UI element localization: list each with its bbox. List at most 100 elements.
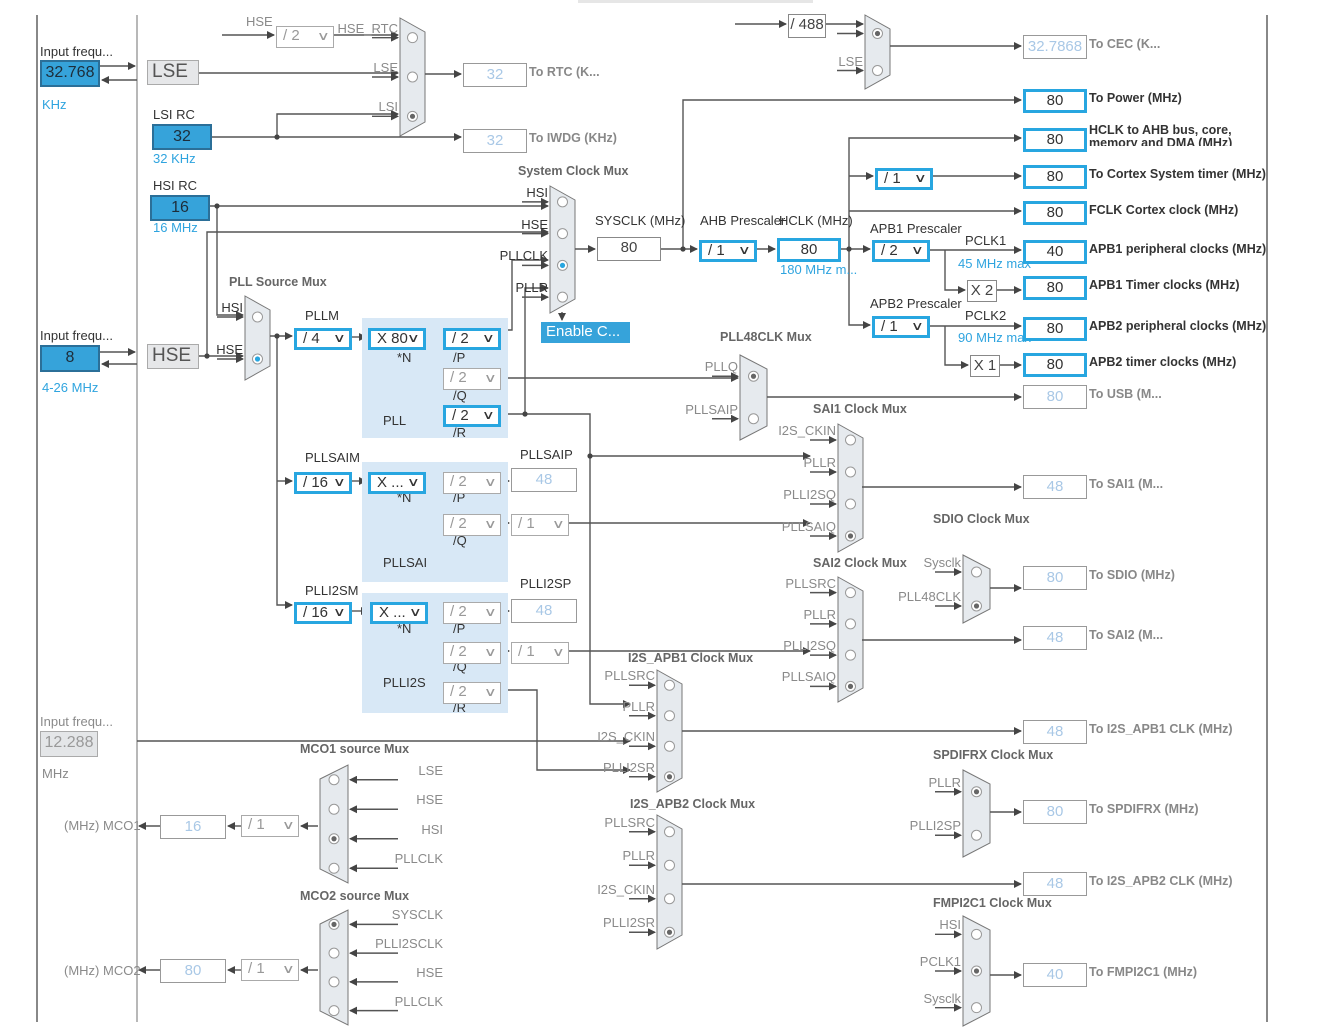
pllsaip-select[interactable]: / 2 ∨ xyxy=(443,472,501,494)
chevron-down-icon[interactable]: ∨ xyxy=(282,960,295,978)
mux-radio[interactable] xyxy=(557,291,568,303)
output-value-box[interactable]: 32 xyxy=(463,63,527,87)
top-scrollbar[interactable] xyxy=(578,0,813,3)
apb2-select[interactable]: / 1 ∨ xyxy=(872,316,930,338)
lse-oscillator[interactable]: LSE xyxy=(147,60,199,85)
chevron-down-icon[interactable]: ∨ xyxy=(552,515,565,533)
plln-select[interactable]: X 80 ∨ xyxy=(368,328,426,350)
chevron-down-icon[interactable]: ∨ xyxy=(738,243,751,258)
pllm-select[interactable]: / 4 ∨ xyxy=(294,328,352,350)
chevron-down-icon[interactable]: ∨ xyxy=(484,643,497,661)
mux-radio[interactable] xyxy=(328,803,340,815)
mux-radio[interactable] xyxy=(328,947,340,959)
mux-radio[interactable] xyxy=(664,826,675,838)
mux-radio[interactable] xyxy=(971,1002,982,1014)
hse-frequency-input[interactable]: 8 xyxy=(40,345,100,372)
output-value-box[interactable]: 80 xyxy=(1023,276,1087,300)
chevron-down-icon[interactable]: ∨ xyxy=(484,369,497,387)
mux-radio[interactable] xyxy=(664,740,675,752)
output-value-box[interactable]: 48 xyxy=(1023,872,1087,896)
output-value-box[interactable]: 48 xyxy=(1023,720,1087,744)
output-value-box[interactable]: 80 xyxy=(1023,165,1087,189)
output-value-box[interactable]: 48 xyxy=(1023,475,1087,499)
mux-radio[interactable] xyxy=(557,228,568,240)
mco2-div-select[interactable]: / 1 ∨ xyxy=(241,959,299,981)
mux-radio[interactable] xyxy=(971,566,982,578)
mux-radio[interactable] xyxy=(971,928,982,940)
mux-radio[interactable] xyxy=(845,434,856,446)
chevron-down-icon[interactable]: ∨ xyxy=(333,475,346,490)
enable-css-button[interactable]: Enable C... xyxy=(541,322,630,343)
cortex-div-select[interactable]: / 1 ∨ xyxy=(875,168,933,190)
i2s-ckin-frequency-input[interactable]: 12.288 xyxy=(40,731,98,757)
output-value-box[interactable]: 32 xyxy=(463,129,527,153)
mux-radio[interactable] xyxy=(845,587,856,599)
chevron-down-icon[interactable]: ∨ xyxy=(333,605,346,620)
sysclk-value[interactable]: 80 xyxy=(597,237,661,261)
output-value-box[interactable]: 32.7868 xyxy=(1023,35,1087,59)
output-value-box[interactable]: 80 xyxy=(1023,128,1087,152)
output-value-box[interactable]: 80 xyxy=(1023,353,1087,377)
plli2sr-select[interactable]: / 2 ∨ xyxy=(443,682,501,704)
mux-radio[interactable] xyxy=(845,618,856,630)
lse-frequency-input[interactable]: 32.768 xyxy=(40,60,100,87)
chevron-down-icon[interactable]: ∨ xyxy=(482,408,495,423)
mux-radio[interactable] xyxy=(407,32,418,44)
chevron-down-icon[interactable]: ∨ xyxy=(911,319,924,334)
ahb-select[interactable]: / 1 ∨ xyxy=(699,240,757,262)
pllp-select[interactable]: / 2 ∨ xyxy=(443,328,501,350)
plli2sn-select[interactable]: X ... ∨ xyxy=(370,602,428,624)
output-value-box[interactable]: 40 xyxy=(1023,240,1087,264)
mux-radio[interactable] xyxy=(872,65,883,76)
output-value-box[interactable]: 80 xyxy=(1023,89,1087,113)
plli2sq-div-select[interactable]: / 1 ∨ xyxy=(511,642,569,664)
mux-radio[interactable] xyxy=(407,71,418,83)
mco1-div-select[interactable]: / 1 ∨ xyxy=(241,815,299,837)
pllsaiq-div-select[interactable]: / 1 ∨ xyxy=(511,514,569,536)
mux-radio[interactable] xyxy=(328,774,340,786)
mux-radio[interactable] xyxy=(664,710,675,722)
chevron-down-icon[interactable]: ∨ xyxy=(409,605,422,620)
pllsaiq-select[interactable]: / 2 ∨ xyxy=(443,514,501,536)
plli2sp-select[interactable]: / 2 ∨ xyxy=(443,602,501,624)
pllr-select[interactable]: / 2 ∨ xyxy=(443,405,501,427)
cec-mux[interactable] xyxy=(864,14,891,90)
chevron-down-icon[interactable]: ∨ xyxy=(911,243,924,258)
hclk-value[interactable]: 80 xyxy=(777,238,841,262)
apb1-select[interactable]: / 2 ∨ xyxy=(872,240,930,262)
output-value-box[interactable]: 80 xyxy=(1023,385,1087,409)
chevron-down-icon[interactable]: ∨ xyxy=(407,475,420,490)
mux-radio[interactable] xyxy=(328,862,340,874)
mux-radio[interactable] xyxy=(845,498,856,510)
output-value-box[interactable]: 80 xyxy=(1023,201,1087,225)
chevron-down-icon[interactable]: ∨ xyxy=(484,473,497,491)
plli2sm-select[interactable]: / 16 ∨ xyxy=(294,602,352,624)
pllsrc-mux[interactable] xyxy=(244,295,271,381)
output-value-box[interactable]: 80 xyxy=(1023,566,1087,590)
spdifrx-mux[interactable] xyxy=(962,769,991,858)
output-value-box[interactable]: 80 xyxy=(1023,800,1087,824)
output-value-box[interactable]: 40 xyxy=(1023,963,1087,987)
mux-radio[interactable] xyxy=(971,829,982,841)
chevron-down-icon[interactable]: ∨ xyxy=(333,331,346,346)
mux-radio[interactable] xyxy=(557,196,568,208)
chevron-down-icon[interactable]: ∨ xyxy=(484,603,497,621)
chevron-down-icon[interactable]: ∨ xyxy=(484,683,497,701)
output-value-box[interactable]: 48 xyxy=(1023,626,1087,650)
mux-radio[interactable] xyxy=(845,649,856,661)
output-value-box[interactable]: 80 xyxy=(1023,317,1087,341)
chevron-down-icon[interactable]: ∨ xyxy=(914,171,927,186)
mux-radio[interactable] xyxy=(664,679,675,691)
chevron-down-icon[interactable]: ∨ xyxy=(552,643,565,661)
mux-radio[interactable] xyxy=(664,893,675,905)
chevron-down-icon[interactable]: ∨ xyxy=(407,331,420,346)
sdio-mux[interactable] xyxy=(962,554,991,624)
mux-radio[interactable] xyxy=(664,859,675,871)
mux-radio[interactable] xyxy=(845,466,856,478)
mux-radio[interactable] xyxy=(328,1005,340,1017)
pllq-select[interactable]: / 2 ∨ xyxy=(443,368,501,390)
pllsaim-select[interactable]: / 16 ∨ xyxy=(294,472,352,494)
chevron-down-icon[interactable]: ∨ xyxy=(282,816,295,834)
mux-radio[interactable] xyxy=(748,413,759,425)
pllsain-select[interactable]: X ... ∨ xyxy=(368,472,426,494)
